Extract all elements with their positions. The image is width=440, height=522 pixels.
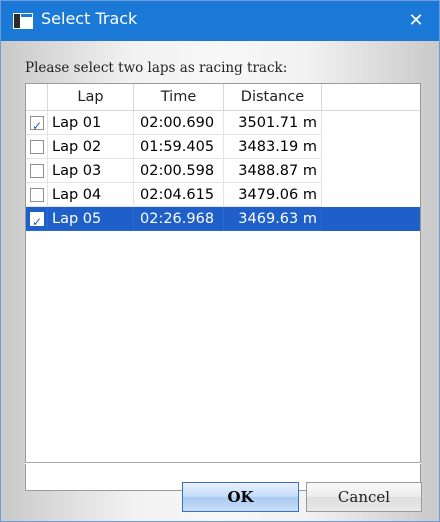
button-separator [25,462,421,464]
time-cell: 02:00.598 [134,159,224,183]
table-row[interactable]: Lap 05 02:26.968 3469.63 m [26,207,420,234]
distance-cell: 3488.87 m [224,159,322,183]
lap-checkbox[interactable] [30,210,44,234]
checkbox-cell[interactable] [26,183,48,207]
laps-listview[interactable]: Lap Time Distance Lap 01 02:00.690 3501.… [25,83,421,491]
app-icon [13,13,33,29]
checkbox-cell[interactable] [26,135,48,159]
table-row[interactable]: Lap 04 02:04.615 3479.06 m [26,183,420,207]
time-cell: 01:59.405 [134,135,224,159]
lap-checkbox[interactable] [30,140,44,154]
lap-checkbox[interactable] [30,114,44,138]
time-cell: 02:26.968 [134,207,224,231]
distance-cell: 3479.06 m [224,183,322,207]
distance-cell: 3469.63 m [224,207,322,231]
lap-cell: Lap 03 [48,159,134,183]
lap-checkbox[interactable] [30,164,44,178]
window-title: Select Track [41,9,138,28]
header-checkbox-column [26,84,48,110]
cancel-button[interactable]: Cancel [306,482,422,512]
list-header: Lap Time Distance [26,84,420,111]
distance-cell: 3483.19 m [224,135,322,159]
lap-cell: Lap 01 [48,111,134,135]
lap-checkbox[interactable] [30,188,44,202]
checkbox-cell[interactable] [26,111,48,138]
table-row[interactable]: Lap 01 02:00.690 3501.71 m [26,111,420,138]
table-row[interactable]: Lap 03 02:00.598 3488.87 m [26,159,420,183]
close-icon[interactable]: ✕ [393,1,439,41]
table-row[interactable]: Lap 02 01:59.405 3483.19 m [26,135,420,159]
lap-cell: Lap 02 [48,135,134,159]
select-track-dialog: Select Track ✕ Please select two laps as… [0,0,440,522]
time-cell: 02:04.615 [134,183,224,207]
ok-button[interactable]: OK [182,482,299,512]
checkbox-cell[interactable] [26,207,48,234]
lap-cell: Lap 04 [48,183,134,207]
header-lap[interactable]: Lap [48,84,134,110]
time-cell: 02:00.690 [134,111,224,135]
dialog-body: Please select two laps as racing track: … [1,41,439,521]
lap-cell: Lap 05 [48,207,134,231]
distance-cell: 3501.71 m [224,111,322,135]
checkbox-cell[interactable] [26,159,48,183]
instruction-label: Please select two laps as racing track: [25,60,288,76]
header-time[interactable]: Time [134,84,224,110]
title-bar[interactable]: Select Track ✕ [1,1,439,41]
header-distance[interactable]: Distance [224,84,322,110]
